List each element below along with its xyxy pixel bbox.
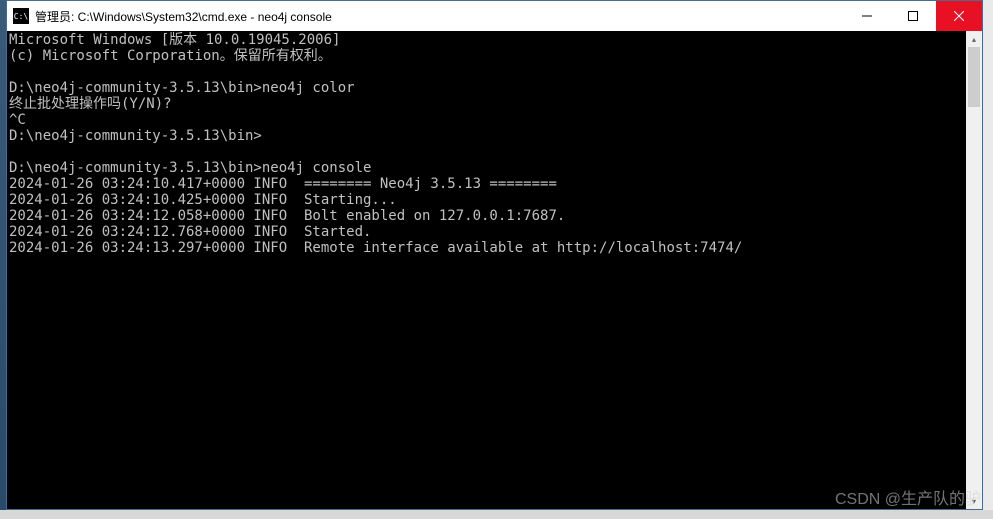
- scroll-track[interactable]: [966, 47, 982, 493]
- background-bottom: [0, 510, 993, 519]
- cmd-window: C:\ 管理员: C:\Windows\System32\cmd.exe - n…: [6, 0, 983, 510]
- cmd-icon: C:\: [13, 8, 29, 24]
- scroll-thumb[interactable]: [968, 47, 980, 107]
- maximize-button[interactable]: [890, 1, 936, 31]
- minimize-button[interactable]: [844, 1, 890, 31]
- titlebar[interactable]: C:\ 管理员: C:\Windows\System32\cmd.exe - n…: [7, 1, 982, 31]
- window-title: 管理员: C:\Windows\System32\cmd.exe - neo4j…: [35, 8, 844, 25]
- close-button[interactable]: [936, 1, 982, 31]
- scrollbar[interactable]: ▴ ▾: [966, 31, 982, 509]
- scroll-up-icon[interactable]: ▴: [966, 31, 982, 47]
- terminal-output[interactable]: Microsoft Windows [版本 10.0.19045.2006] (…: [7, 31, 982, 509]
- scroll-down-icon[interactable]: ▾: [966, 493, 982, 509]
